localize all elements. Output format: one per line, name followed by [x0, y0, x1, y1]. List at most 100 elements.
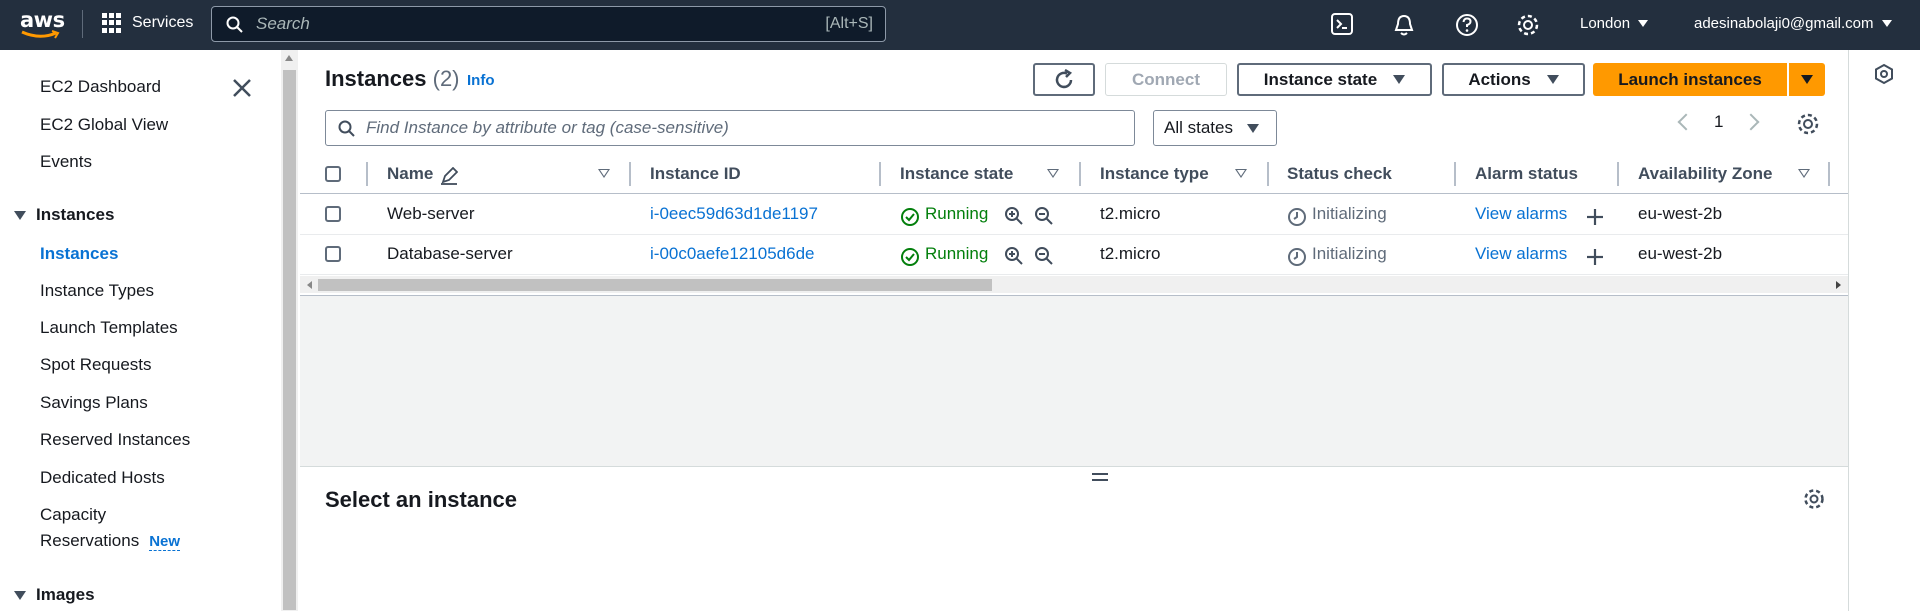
scroll-up-arrow-icon[interactable]: [285, 55, 293, 61]
topbar-divider: [82, 10, 83, 38]
table-row[interactable]: Database-server i-00c0aefe12105d6de Runn…: [300, 235, 1848, 275]
next-page-icon[interactable]: [1742, 113, 1760, 131]
select-all-checkbox[interactable]: [325, 166, 341, 182]
column-header-instance-type[interactable]: Instance type: [1100, 164, 1209, 184]
scrollbar-thumb[interactable]: [318, 279, 992, 291]
main-content: Instances (2) Info Connect Instance stat…: [300, 50, 1868, 611]
cell-availability-zone: eu-west-2b: [1638, 204, 1723, 223]
settings-gear-icon[interactable]: [1516, 13, 1540, 37]
sidebar-item-launch-templates[interactable]: Launch Templates: [40, 318, 178, 338]
search-shortcut: [Alt+S]: [825, 15, 873, 32]
resize-handle-icon[interactable]: [1092, 473, 1108, 481]
sidebar-item-instances[interactable]: Instances: [40, 244, 118, 264]
cell-state: Running: [925, 244, 989, 263]
column-header-availability-zone[interactable]: Availability Zone: [1638, 164, 1772, 184]
preferences-gear-icon[interactable]: [1796, 112, 1820, 136]
sidebar: EC2 Dashboard EC2 Global View Events Ins…: [0, 50, 280, 611]
column-header-instance-id[interactable]: Instance ID: [650, 164, 741, 184]
sort-icon[interactable]: [1047, 169, 1059, 178]
sidebar-item-ec2-global-view[interactable]: EC2 Global View: [40, 115, 168, 135]
caret-down-icon: [1801, 75, 1813, 84]
aws-logo[interactable]: aws: [20, 8, 65, 42]
sort-icon[interactable]: [1798, 169, 1810, 178]
sidebar-item-spot-requests[interactable]: Spot Requests: [40, 355, 152, 375]
zoom-in-icon[interactable]: [1004, 246, 1024, 266]
table-header: Name Instance ID Instance state Instance…: [300, 154, 1848, 194]
scroll-left-arrow-icon[interactable]: [305, 280, 313, 290]
row-checkbox[interactable]: [325, 206, 341, 222]
launch-dropdown-button[interactable]: [1789, 63, 1825, 96]
aws-logo-text: aws: [20, 8, 65, 32]
sidebar-item-dedicated-hosts[interactable]: Dedicated Hosts: [40, 468, 165, 488]
row-checkbox[interactable]: [325, 246, 341, 262]
cell-instance-id-link[interactable]: i-00c0aefe12105d6de: [650, 244, 814, 264]
aws-smile-icon: [21, 30, 60, 39]
zoom-out-icon[interactable]: [1034, 246, 1054, 266]
column-divider: [879, 162, 881, 186]
tools-panel-icon[interactable]: [1873, 63, 1895, 85]
edit-pencil-icon: [441, 167, 458, 185]
sidebar-item-capacity-reservations[interactable]: Capacity Reservations New: [40, 505, 181, 551]
column-divider: [629, 162, 631, 186]
scrollbar-thumb[interactable]: [283, 70, 296, 610]
instance-filter-input[interactable]: Find Instance by attribute or tag (case-…: [325, 110, 1135, 146]
launch-instances-button[interactable]: Launch instances: [1593, 63, 1787, 96]
info-link[interactable]: Info: [467, 72, 495, 89]
connect-button[interactable]: Connect: [1105, 63, 1227, 96]
capacity-label-line2: Reservations: [40, 531, 140, 550]
column-header-status-check[interactable]: Status check: [1287, 164, 1392, 184]
column-divider: [1617, 162, 1619, 186]
zoom-in-icon[interactable]: [1004, 206, 1024, 226]
services-menu-button[interactable]: Services: [102, 13, 193, 33]
view-alarms-link[interactable]: View alarms: [1475, 244, 1567, 264]
panel-settings-gear-icon[interactable]: [1803, 488, 1825, 510]
previous-page-icon[interactable]: [1677, 113, 1695, 131]
instance-state-button[interactable]: Instance state: [1237, 63, 1432, 96]
table-row[interactable]: Web-server i-0eec59d63d1de1197 Running t…: [300, 195, 1848, 235]
caret-down-icon: [1393, 75, 1406, 84]
add-alarm-plus-icon[interactable]: [1585, 207, 1605, 227]
sidebar-section-instances[interactable]: Instances: [14, 205, 114, 225]
scroll-right-arrow-icon[interactable]: [1835, 280, 1843, 290]
page-title: Instances (2): [325, 66, 460, 92]
sidebar-section-images[interactable]: Images: [14, 585, 95, 605]
grid-icon: [102, 13, 122, 33]
refresh-button[interactable]: [1033, 63, 1095, 96]
region-label: London: [1580, 15, 1631, 32]
column-divider: [1828, 162, 1830, 186]
account-menu[interactable]: adesinabolaji0@gmail.com: [1694, 15, 1892, 32]
sidebar-item-events[interactable]: Events: [40, 152, 92, 172]
states-select[interactable]: All states: [1153, 110, 1277, 146]
sidebar-item-instance-types[interactable]: Instance Types: [40, 281, 154, 301]
cell-name: Web-server: [387, 204, 475, 223]
region-selector[interactable]: London: [1580, 15, 1649, 32]
sidebar-item-reserved-instances[interactable]: Reserved Instances: [40, 430, 190, 450]
current-page[interactable]: 1: [1714, 112, 1723, 132]
sort-icon[interactable]: [598, 169, 610, 178]
cell-availability-zone: eu-west-2b: [1638, 244, 1723, 263]
sidebar-item-ec2-dashboard[interactable]: EC2 Dashboard: [40, 77, 161, 97]
section-label: Instances: [36, 205, 115, 224]
help-icon[interactable]: [1455, 13, 1479, 37]
column-header-name[interactable]: Name: [387, 164, 433, 184]
bell-icon[interactable]: [1393, 13, 1415, 37]
actions-button[interactable]: Actions: [1442, 63, 1585, 96]
cell-instance-id-link[interactable]: i-0eec59d63d1de1197: [650, 204, 818, 224]
top-navigation: aws Services Search [Alt+S] London adesi…: [0, 0, 1920, 50]
column-header-instance-state[interactable]: Instance state: [900, 164, 1013, 184]
add-alarm-plus-icon[interactable]: [1585, 247, 1605, 267]
sidebar-item-savings-plans[interactable]: Savings Plans: [40, 393, 148, 413]
search-input[interactable]: Search [Alt+S]: [211, 6, 886, 42]
sidebar-scrollbar[interactable]: [281, 50, 298, 611]
column-divider: [1079, 162, 1081, 186]
cloudshell-icon[interactable]: [1331, 13, 1353, 35]
details-title: Select an instance: [325, 487, 517, 512]
zoom-out-icon[interactable]: [1034, 206, 1054, 226]
table-horizontal-scrollbar[interactable]: [300, 276, 1848, 293]
check-circle-icon: [901, 208, 919, 226]
close-icon[interactable]: [232, 78, 252, 98]
column-header-alarm-status[interactable]: Alarm status: [1475, 164, 1578, 184]
sort-icon[interactable]: [1235, 169, 1247, 178]
cell-state: Running: [925, 204, 989, 223]
view-alarms-link[interactable]: View alarms: [1475, 204, 1567, 224]
